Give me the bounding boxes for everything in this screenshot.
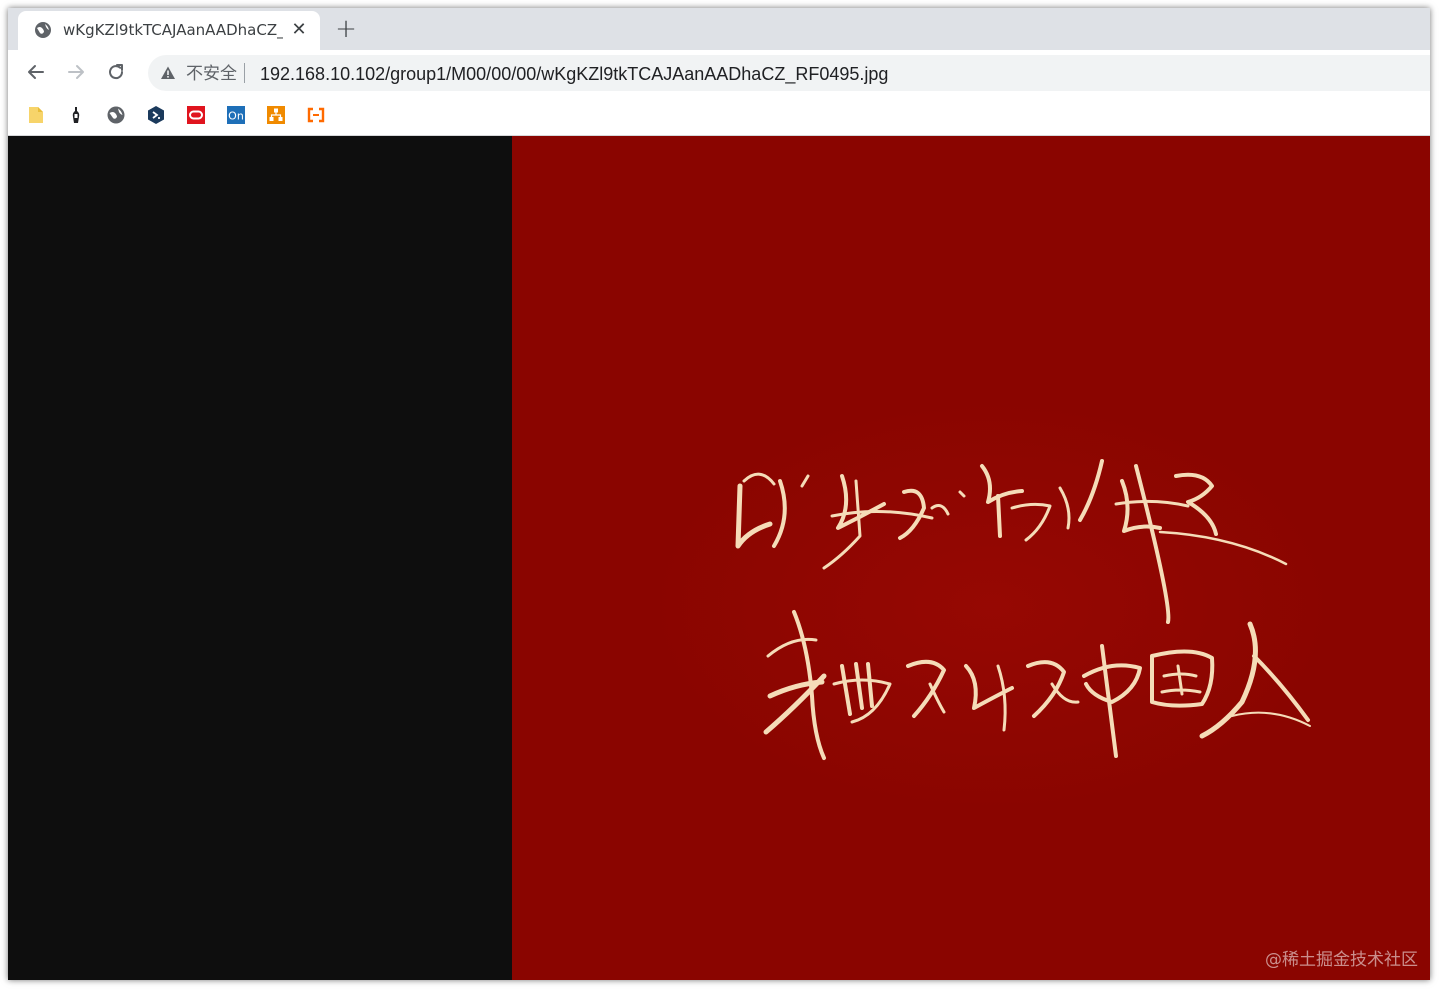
back-arrow-icon[interactable] — [23, 59, 49, 85]
active-tab[interactable]: wKgKZl9tkTCAJAanAADhaCZ_RF0495.jpg ✕ — [18, 11, 320, 50]
oracle-icon[interactable] — [186, 105, 206, 125]
globe-icon[interactable] — [106, 105, 126, 125]
url-text[interactable]: 192.168.10.102/group1/M00/00/00/wKgKZl9t… — [260, 63, 888, 85]
folder-icon[interactable] — [26, 105, 46, 125]
toolbar: 不安全 192.168.10.102/group1/M00/00/00/wKgK… — [8, 50, 1430, 95]
displayed-image: @稀土掘金技术社区 — [512, 136, 1430, 980]
bottle-icon[interactable] — [66, 105, 86, 125]
warning-triangle-icon[interactable] — [160, 65, 176, 81]
alibaba-cloud-icon[interactable] — [306, 105, 326, 125]
security-label[interactable]: 不安全 — [186, 64, 237, 84]
watermark-text: @稀土掘金技术社区 — [1265, 950, 1418, 970]
on-icon[interactable]: On — [226, 105, 246, 125]
tab-title: wKgKZl9tkTCAJAanAADhaCZ_RF0495.jpg — [63, 21, 283, 39]
bookmarks-bar: On — [8, 95, 1430, 136]
network-icon[interactable] — [266, 105, 286, 125]
omnibox-separator — [244, 63, 245, 83]
close-icon[interactable]: ✕ — [288, 19, 310, 41]
new-tab-button[interactable]: + — [333, 16, 359, 43]
calligraphy-artwork — [735, 459, 1311, 760]
tab-strip: wKgKZl9tkTCAJAanAADhaCZ_RF0495.jpg ✕ + — [8, 8, 1430, 50]
address-bar[interactable]: 不安全 192.168.10.102/group1/M00/00/00/wKgK… — [148, 55, 1430, 91]
reload-icon[interactable] — [103, 59, 129, 85]
browser-window: wKgKZl9tkTCAJAanAADhaCZ_RF0495.jpg ✕ + 不… — [8, 8, 1430, 980]
hexagon-code-icon[interactable] — [146, 105, 166, 125]
forward-arrow-icon[interactable] — [63, 59, 89, 85]
globe-icon — [35, 22, 51, 38]
svg-text:On: On — [228, 110, 244, 123]
page-viewport: @稀土掘金技术社区 — [8, 136, 1430, 980]
